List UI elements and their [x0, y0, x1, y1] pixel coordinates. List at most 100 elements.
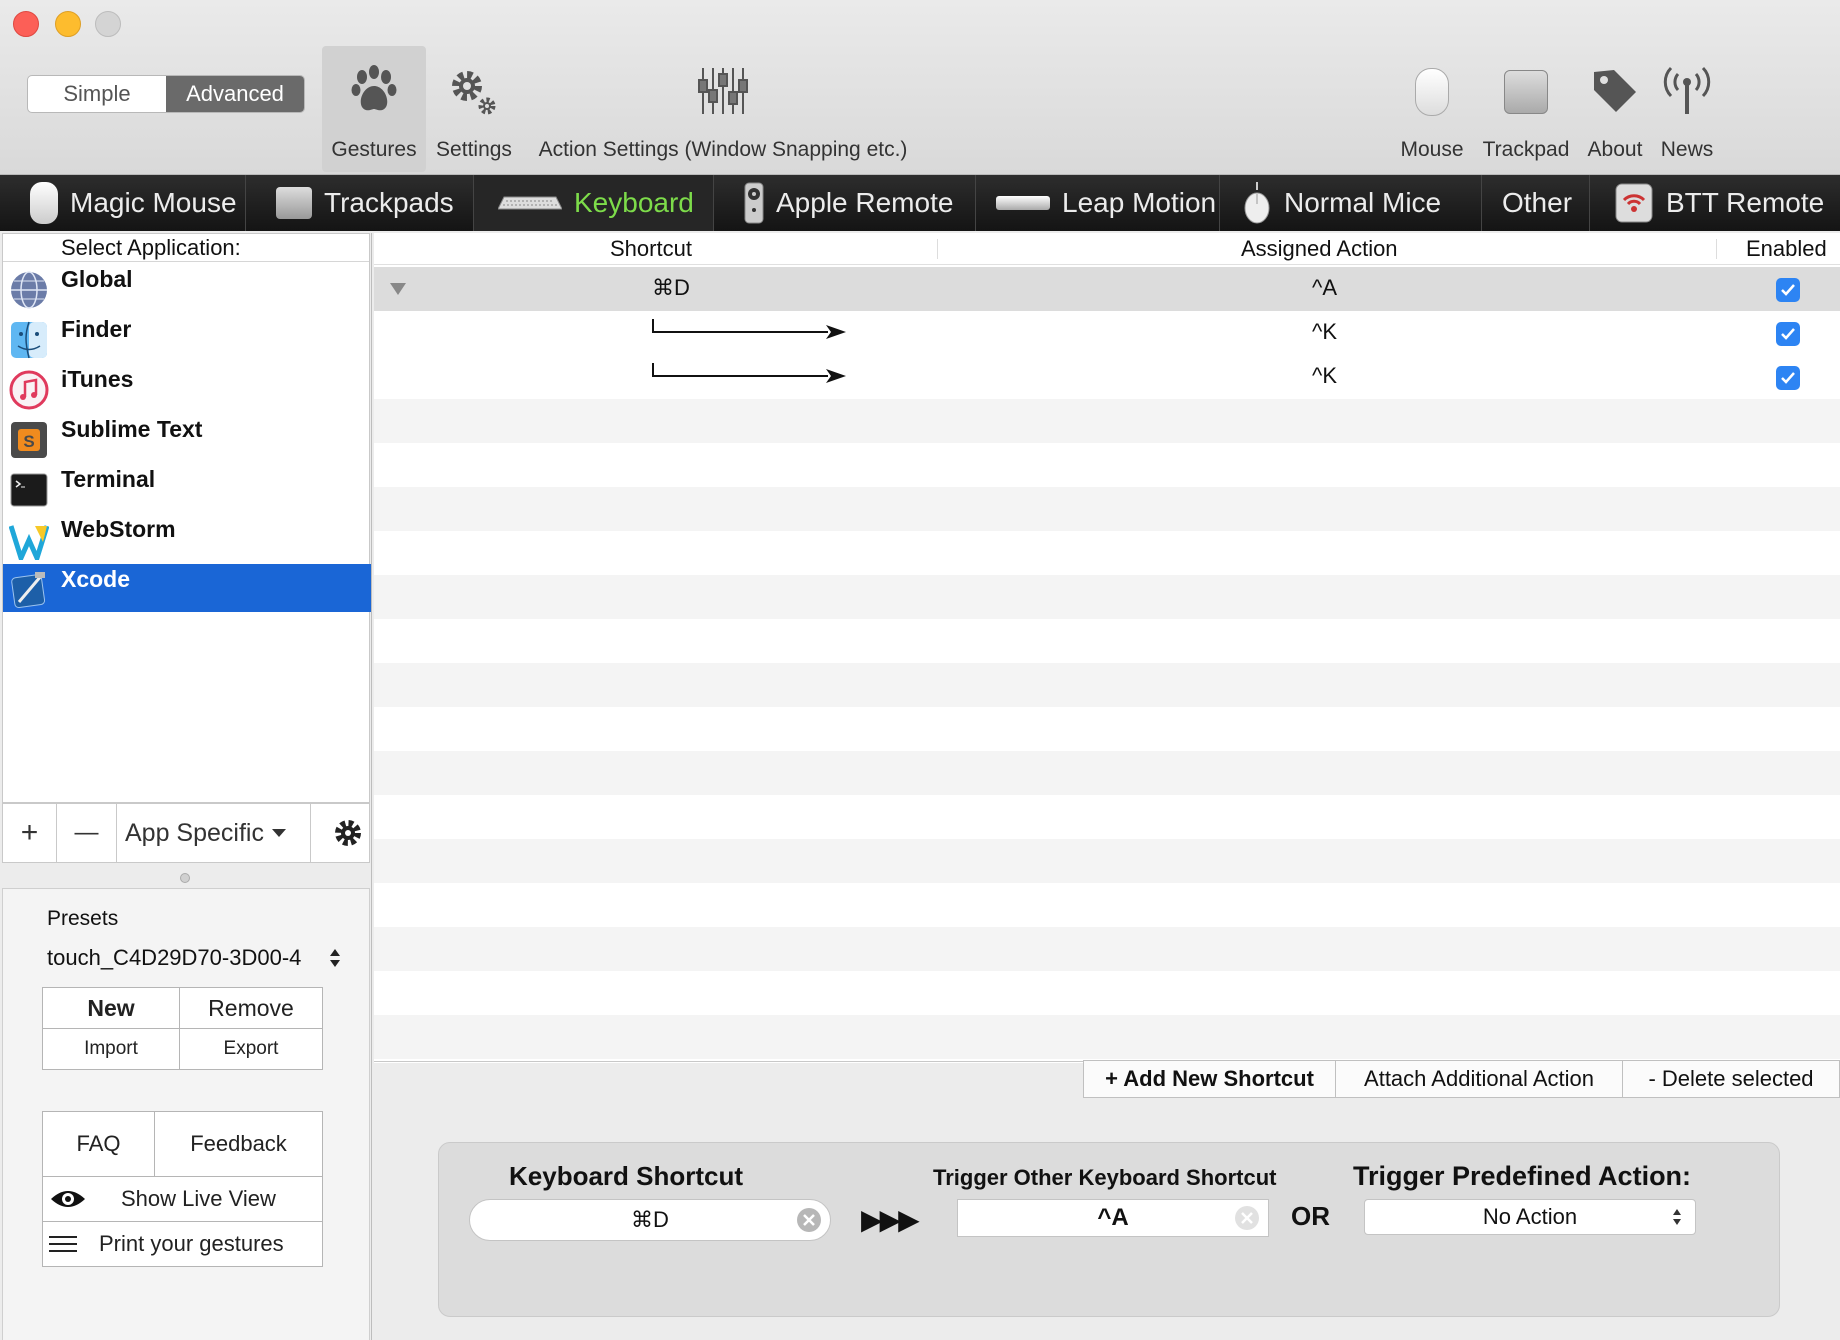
- feedback-button[interactable]: Feedback: [154, 1111, 323, 1177]
- clear-icon[interactable]: [796, 1207, 822, 1233]
- enabled-checkbox[interactable]: [1776, 366, 1800, 390]
- updown-arrows-icon: [1673, 1209, 1681, 1225]
- column-enabled-header[interactable]: Enabled: [1746, 236, 1827, 262]
- trackpad-toolbar-button[interactable]: Trackpad: [1478, 46, 1574, 172]
- gestures-toolbar-button[interactable]: Gestures: [322, 46, 426, 172]
- app-item-xcode[interactable]: Xcode: [3, 564, 371, 612]
- tab-magic-mouse-label: Magic Mouse: [70, 187, 237, 218]
- import-button[interactable]: Import: [42, 1028, 180, 1070]
- empty-row: [374, 619, 1840, 663]
- keyboard-shortcut-field[interactable]: ⌘D: [469, 1199, 831, 1241]
- export-button[interactable]: Export: [179, 1028, 323, 1070]
- shortcut-action-bar: + Add New Shortcut Attach Additional Act…: [1083, 1060, 1840, 1098]
- mode-switch: Simple Advanced: [27, 75, 305, 113]
- column-action-header[interactable]: Assigned Action: [1241, 236, 1398, 262]
- remove-app-button[interactable]: —: [57, 804, 117, 862]
- settings-toolbar-button[interactable]: Settings: [430, 46, 518, 172]
- dropdown-caret-icon: [271, 829, 286, 837]
- gear-icon[interactable]: [333, 818, 363, 848]
- table-row[interactable]: ⌘D ^A: [374, 267, 1840, 311]
- app-specific-label: App Specific: [125, 818, 264, 847]
- checkmark-icon: [1781, 284, 1795, 296]
- app-item-webstorm[interactable]: WebStorm: [3, 514, 371, 562]
- news-toolbar-button[interactable]: News: [1656, 46, 1718, 172]
- app-item-terminal[interactable]: Terminal: [3, 464, 371, 512]
- shortcut-cell: ⌘D: [652, 275, 690, 300]
- settings-label: Settings: [436, 138, 512, 161]
- enabled-checkbox[interactable]: [1776, 322, 1800, 346]
- trigger-other-shortcut-field[interactable]: ^A: [957, 1199, 1269, 1237]
- faq-button[interactable]: FAQ: [42, 1111, 155, 1177]
- column-shortcut-header[interactable]: Shortcut: [610, 236, 692, 262]
- zoom-window-button[interactable]: [95, 11, 121, 37]
- sublime-icon: S: [11, 422, 47, 458]
- tab-other[interactable]: Other: [1482, 175, 1590, 231]
- app-item-global[interactable]: Global: [3, 264, 371, 312]
- app-name: Sublime Text: [61, 416, 203, 442]
- print-gestures-button[interactable]: Print your gestures: [42, 1221, 323, 1267]
- tab-normal-mice[interactable]: Normal Mice: [1220, 175, 1482, 231]
- mouse-toolbar-button[interactable]: Mouse: [1392, 46, 1472, 172]
- close-window-button[interactable]: [13, 11, 39, 37]
- column-divider: [937, 239, 938, 259]
- tab-leap-motion[interactable]: Leap Motion: [976, 175, 1220, 231]
- about-toolbar-button[interactable]: About: [1578, 46, 1652, 172]
- empty-row: [374, 575, 1840, 619]
- keyboard-icon: [498, 196, 562, 210]
- app-item-itunes[interactable]: iTunes: [3, 364, 371, 412]
- presets-label: Presets: [47, 907, 119, 930]
- webstorm-icon: [9, 525, 49, 560]
- tab-apple-remote[interactable]: Apple Remote: [714, 175, 976, 231]
- toolbar: Simple Advanced Gestures Settings Action…: [0, 0, 1840, 175]
- tab-keyboard[interactable]: Keyboard: [474, 175, 714, 231]
- enabled-checkbox[interactable]: [1776, 278, 1800, 302]
- attach-additional-action-button[interactable]: Attach Additional Action: [1336, 1061, 1623, 1097]
- minimize-window-button[interactable]: [55, 11, 81, 37]
- predefined-action-select[interactable]: No Action: [1364, 1199, 1696, 1235]
- split-handle[interactable]: [180, 873, 190, 883]
- disclosure-triangle-icon[interactable]: [390, 283, 406, 295]
- action-settings-label: Action Settings (Window Snapping etc.): [538, 138, 908, 161]
- terminal-icon: [10, 473, 48, 507]
- presets-panel: Presets touch_C4D29D70-3D00-4 New Remove…: [2, 888, 370, 1340]
- tab-leap-motion-label: Leap Motion: [1062, 187, 1217, 218]
- add-new-shortcut-button[interactable]: + Add New Shortcut: [1084, 1061, 1336, 1097]
- app-specific-dropdown[interactable]: App Specific: [117, 804, 311, 862]
- preset-value: touch_C4D29D70-3D00-4: [47, 945, 302, 970]
- new-preset-button[interactable]: New: [42, 987, 180, 1029]
- remove-preset-button[interactable]: Remove: [179, 987, 323, 1029]
- normal-mouse-icon: [1244, 182, 1270, 224]
- tab-btt-remote[interactable]: BTT Remote: [1590, 175, 1840, 231]
- app-item-sublime[interactable]: S Sublime Text: [3, 414, 371, 462]
- app-name: Xcode: [61, 566, 131, 592]
- show-live-view-button[interactable]: Show Live View: [42, 1176, 323, 1222]
- clear-icon[interactable]: [1234, 1205, 1260, 1231]
- empty-row: [374, 531, 1840, 575]
- predefined-action-label: Trigger Predefined Action:: [1353, 1161, 1692, 1191]
- app-item-finder[interactable]: Finder: [3, 314, 371, 362]
- table-row[interactable]: ^K: [374, 355, 1840, 399]
- add-app-button[interactable]: +: [3, 804, 57, 862]
- table-row[interactable]: ^K: [374, 311, 1840, 355]
- app-list-controls: + — App Specific: [2, 803, 370, 863]
- action-cell: ^K: [1312, 363, 1337, 388]
- list-icon: [49, 1236, 77, 1252]
- trackpad-tab-icon: [276, 187, 312, 219]
- tab-magic-mouse[interactable]: Magic Mouse: [0, 175, 246, 231]
- action-settings-toolbar-button[interactable]: Action Settings (Window Snapping etc.): [527, 46, 919, 172]
- tab-apple-remote-label: Apple Remote: [776, 187, 954, 218]
- tab-trackpads[interactable]: Trackpads: [246, 175, 474, 231]
- preset-select[interactable]: touch_C4D29D70-3D00-4: [47, 943, 347, 973]
- checkmark-icon: [1781, 328, 1795, 340]
- column-divider: [1716, 239, 1717, 259]
- mode-advanced-button[interactable]: Advanced: [166, 76, 304, 112]
- app-name: Terminal: [61, 466, 156, 492]
- mode-simple-button[interactable]: Simple: [28, 76, 166, 112]
- arrows-indicator: ▶▶▶: [861, 1204, 920, 1235]
- delete-selected-button[interactable]: - Delete selected: [1623, 1061, 1839, 1097]
- tab-other-label: Other: [1502, 187, 1573, 218]
- app-window: { "toolbar": { "mode_simple": "Simple", …: [0, 0, 1840, 1340]
- itunes-icon: [9, 370, 49, 410]
- globe-icon: [11, 271, 47, 309]
- tab-keyboard-label: Keyboard: [574, 187, 694, 218]
